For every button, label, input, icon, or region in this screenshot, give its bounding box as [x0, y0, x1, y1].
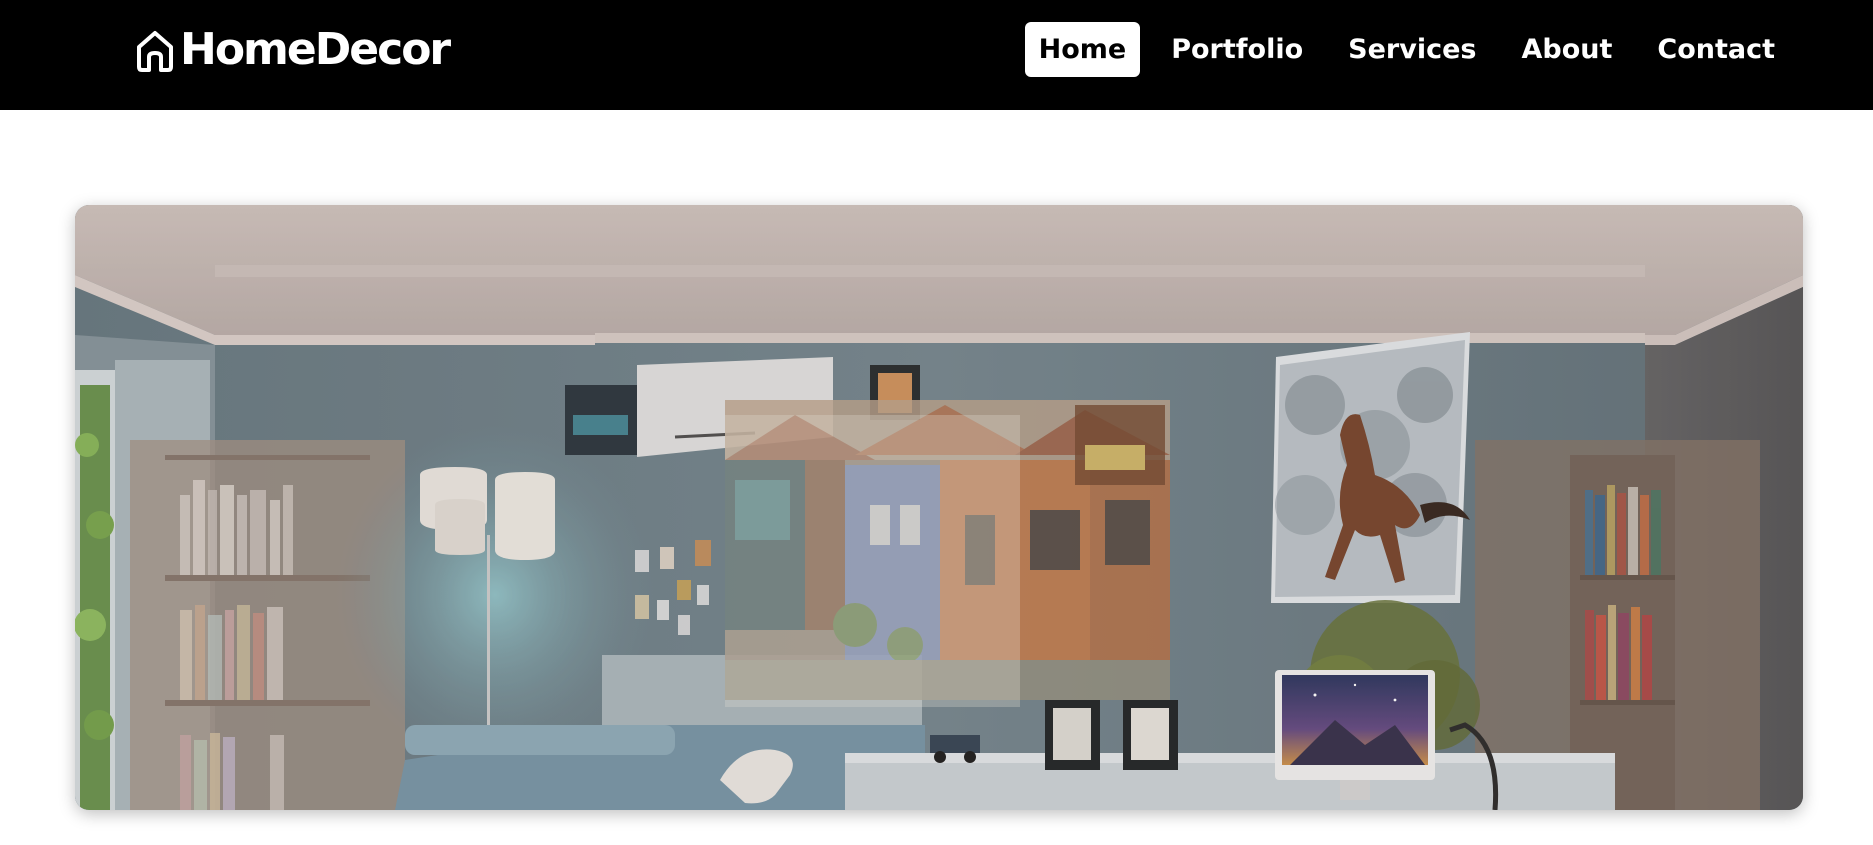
nav-about[interactable]: About: [1507, 22, 1626, 77]
nav-services[interactable]: Services: [1334, 22, 1490, 77]
brand-logo[interactable]: HomeDecor: [134, 22, 451, 78]
hero-banner: [75, 205, 1803, 810]
brand-name: HomeDecor: [180, 24, 451, 75]
navbar: HomeDecor Home Portfolio Services About …: [0, 0, 1873, 110]
nav-contact[interactable]: Contact: [1643, 22, 1789, 77]
house-icon: [137, 31, 173, 72]
nav-portfolio[interactable]: Portfolio: [1157, 22, 1317, 77]
room-interior-image: [75, 205, 1803, 810]
main-nav: Home Portfolio Services About Contact: [1024, 19, 1873, 80]
nav-home[interactable]: Home: [1024, 22, 1141, 77]
